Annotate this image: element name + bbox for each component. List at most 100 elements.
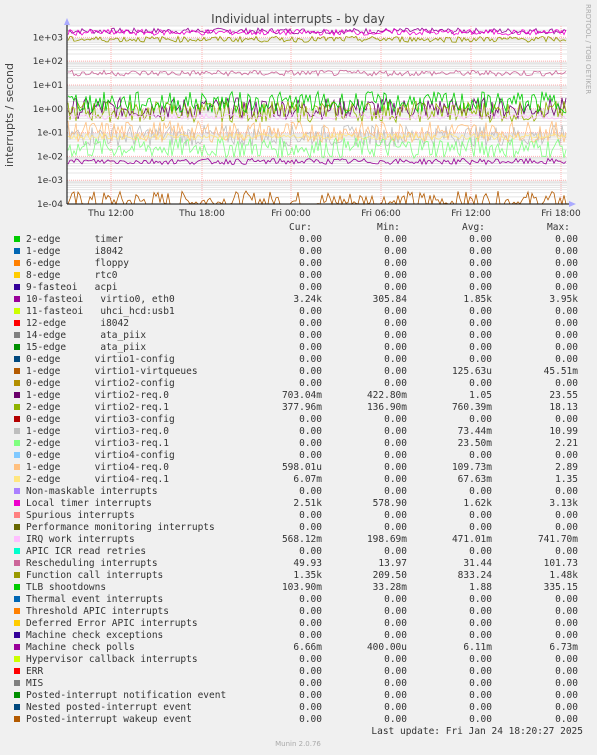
legend-name: Function call interrupts bbox=[26, 570, 164, 581]
legend-cur: 0.00 bbox=[299, 306, 322, 317]
legend-max: 0.00 bbox=[555, 678, 578, 689]
legend-name: 0-edge virtio1-config bbox=[26, 354, 175, 365]
legend-swatch bbox=[14, 656, 20, 662]
legend-cur: 2.51k bbox=[293, 498, 322, 509]
header-avg: Avg: bbox=[462, 222, 485, 233]
legend-cur: 0.00 bbox=[299, 666, 322, 677]
legend-max: 741.70m bbox=[537, 534, 578, 545]
legend-max: 0.00 bbox=[555, 486, 578, 497]
legend-row: Non-maskable interrupts 0.00 0.00 0.00 0.00 bbox=[0, 486, 597, 498]
legend-cur: 49.93 bbox=[293, 558, 322, 569]
x-axis-arrow bbox=[569, 201, 576, 207]
legend-avg: 1.05 bbox=[469, 390, 492, 401]
legend-max: 0.00 bbox=[555, 378, 578, 389]
legend-avg: 0.00 bbox=[469, 678, 492, 689]
legend-swatch bbox=[14, 596, 20, 602]
legend-max: 0.00 bbox=[555, 654, 578, 665]
legend-cur: 0.00 bbox=[299, 618, 322, 629]
legend-avg: 0.00 bbox=[469, 354, 492, 365]
legend-name: 0-edge virtio2-config bbox=[26, 378, 175, 389]
legend-row: 8-edge rtc0 0.00 0.00 0.00 0.00 bbox=[0, 270, 597, 282]
legend-cur: 0.00 bbox=[299, 450, 322, 461]
legend-avg: 6.11m bbox=[463, 642, 492, 653]
legend-name: Deferred Error APIC interrupts bbox=[26, 618, 198, 629]
legend-cur: 0.00 bbox=[299, 522, 322, 533]
legend-cur: 0.00 bbox=[299, 606, 322, 617]
legend-min: 0.00 bbox=[384, 438, 407, 449]
legend-swatch bbox=[14, 248, 20, 254]
legend-row: 2-edge virtio4-req.1 6.07m 0.00 67.63m 1.35 bbox=[0, 474, 597, 486]
legend-cur: 6.66m bbox=[293, 642, 322, 653]
legend-max: 0.00 bbox=[555, 630, 578, 641]
legend-name: 2-edge virtio3-req.1 bbox=[26, 438, 169, 449]
legend-swatch bbox=[14, 368, 20, 374]
legend-swatch bbox=[14, 512, 20, 518]
footer-credit: Munin 2.0.76 bbox=[275, 740, 321, 748]
legend-max: 0.00 bbox=[555, 606, 578, 617]
legend-name: Performance monitoring interrupts bbox=[26, 522, 215, 533]
legend-swatch bbox=[14, 536, 20, 542]
legend-max: 0.00 bbox=[555, 258, 578, 269]
legend-cur: 0.00 bbox=[299, 690, 322, 701]
legend-cur: 703.04m bbox=[281, 390, 322, 401]
legend-min: 33.28m bbox=[372, 582, 407, 593]
legend-swatch bbox=[14, 476, 20, 482]
legend-name: 6-edge floppy bbox=[26, 258, 129, 269]
legend-name: 1-edge virtio2-req.0 bbox=[26, 390, 169, 401]
legend-max: 3.95k bbox=[549, 294, 578, 305]
legend-avg: 0.00 bbox=[469, 342, 492, 353]
legend-swatch bbox=[14, 296, 20, 302]
y-axis-arrow bbox=[64, 18, 70, 25]
legend-cur: 0.00 bbox=[299, 486, 322, 497]
legend-min: 0.00 bbox=[384, 714, 407, 725]
legend-row: Machine check polls 6.66m 400.00u 6.11m 6.73… bbox=[0, 642, 597, 654]
legend-name: IRQ work interrupts bbox=[26, 534, 135, 545]
legend-row: 1-edge i8042 0.00 0.00 0.00 0.00 bbox=[0, 246, 597, 258]
legend-min: 0.00 bbox=[384, 678, 407, 689]
legend-row: TLB shootdowns 103.90m 33.28m 1.88 335.15 bbox=[0, 582, 597, 594]
legend-row: ERR 0.00 0.00 0.00 0.00 bbox=[0, 666, 597, 678]
legend-avg: 0.00 bbox=[469, 690, 492, 701]
legend-row: Function call interrupts 1.35k 209.50 833.2… bbox=[0, 570, 597, 582]
legend-min: 0.00 bbox=[384, 654, 407, 665]
legend-avg: 471.01m bbox=[451, 534, 492, 545]
legend-cur: 103.90m bbox=[281, 582, 322, 593]
legend-swatch bbox=[14, 404, 20, 410]
legend-max: 0.00 bbox=[555, 702, 578, 713]
legend-max: 0.00 bbox=[555, 306, 578, 317]
legend-cur: 0.00 bbox=[299, 438, 322, 449]
legend-swatch bbox=[14, 320, 20, 326]
legend-cur: 0.00 bbox=[299, 258, 322, 269]
legend-max: 0.00 bbox=[555, 510, 578, 521]
legend-name: Machine check exceptions bbox=[26, 630, 164, 641]
chart: Individual interrupts - by day interrupt… bbox=[3, 4, 592, 219]
legend-min: 0.00 bbox=[384, 270, 407, 281]
legend-swatch bbox=[14, 500, 20, 506]
legend-row: Posted-interrupt notification event 0.00 0… bbox=[0, 690, 597, 702]
legend-avg: 125.63u bbox=[451, 366, 492, 377]
legend-max: 0.00 bbox=[555, 234, 578, 245]
legend-name: 1-edge virtio4-req.0 bbox=[26, 462, 169, 473]
legend-avg: 0.00 bbox=[469, 546, 492, 557]
x-tick-label: Fri 12:00 bbox=[451, 209, 491, 219]
header-cur: Cur: bbox=[289, 222, 312, 233]
legend-cur: 0.00 bbox=[299, 654, 322, 665]
legend-max: 18.13 bbox=[549, 402, 578, 413]
legend-avg: 1.85k bbox=[463, 294, 492, 305]
legend-min: 0.00 bbox=[384, 318, 407, 329]
legend-cur: 1.35k bbox=[293, 570, 322, 581]
legend-max: 335.15 bbox=[543, 582, 578, 593]
legend-avg: 0.00 bbox=[469, 330, 492, 341]
legend-row: Local timer interrupts 2.51k 578.90 1.62k 3.… bbox=[0, 498, 597, 510]
legend-min: 0.00 bbox=[384, 546, 407, 557]
legend-name: Non-maskable interrupts bbox=[26, 486, 158, 497]
legend-min: 0.00 bbox=[384, 414, 407, 425]
legend-name: 8-edge rtc0 bbox=[26, 270, 118, 281]
legend-cur: 0.00 bbox=[299, 426, 322, 437]
legend-max: 0.00 bbox=[555, 594, 578, 605]
legend-cur: 0.00 bbox=[299, 678, 322, 689]
legend-avg: 0.00 bbox=[469, 618, 492, 629]
legend-max: 0.00 bbox=[555, 618, 578, 629]
legend-swatch bbox=[14, 632, 20, 638]
legend-cur: 0.00 bbox=[299, 246, 322, 257]
